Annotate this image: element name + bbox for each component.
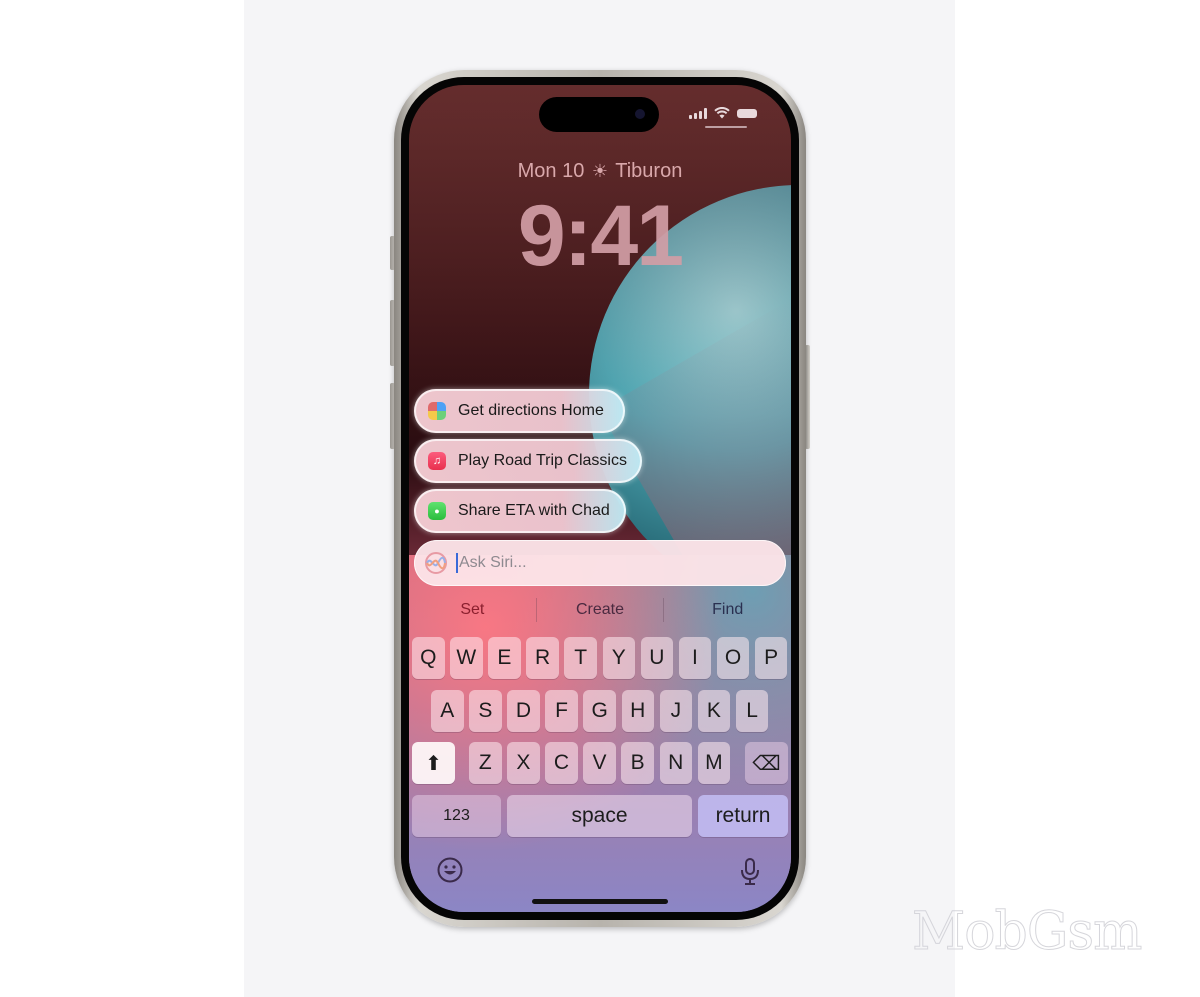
key-f[interactable]: F xyxy=(545,690,578,732)
key-h[interactable]: H xyxy=(621,690,654,732)
key-x[interactable]: X xyxy=(507,742,540,784)
key-e[interactable]: E xyxy=(488,637,521,679)
key-w[interactable]: W xyxy=(450,637,483,679)
key-g[interactable]: G xyxy=(583,690,616,732)
status-bar xyxy=(689,107,757,119)
return-key[interactable]: return xyxy=(698,795,788,837)
wifi-icon xyxy=(714,107,730,119)
key-l[interactable]: L xyxy=(735,690,769,732)
key-a[interactable]: A xyxy=(431,690,464,732)
delete-icon: ⌫ xyxy=(752,752,781,775)
key-r[interactable]: R xyxy=(526,637,559,679)
apple-intelligence-siri-icon xyxy=(425,552,447,574)
key-j[interactable]: J xyxy=(659,690,693,732)
key-d[interactable]: D xyxy=(507,690,540,732)
keyboard-row-3: ⬆ ⌫ ZXCVBNM xyxy=(409,742,791,784)
lock-time: 9:41 xyxy=(517,188,684,284)
suggestion-get-directions-home[interactable]: Get directions Home xyxy=(414,389,625,433)
prediction-create[interactable]: Create xyxy=(537,595,664,625)
sun-icon: ☀ xyxy=(591,161,609,181)
location-label: Tiburon xyxy=(615,160,683,182)
home-indicator[interactable] xyxy=(532,899,668,904)
key-k[interactable]: K xyxy=(697,690,731,732)
watermark-text: MobGsm xyxy=(911,902,1142,963)
keyboard-row-2: ASDFGHJKL xyxy=(409,690,791,732)
key-c[interactable]: C xyxy=(545,742,578,784)
key-b[interactable]: B xyxy=(621,742,654,784)
key-p[interactable]: P xyxy=(754,637,788,679)
key-q[interactable]: Q xyxy=(412,637,445,679)
key-y[interactable]: Y xyxy=(602,637,635,679)
space-key[interactable]: space xyxy=(507,795,692,837)
suggestion-label: Share ETA with Chad xyxy=(458,502,610,519)
text-cursor xyxy=(456,553,458,573)
suggestion-label: Play Road Trip Classics xyxy=(458,452,627,469)
music-icon: ♫ xyxy=(428,452,446,470)
numbers-key[interactable]: 123 xyxy=(412,795,501,837)
predictive-text-bar: Set Create Find xyxy=(409,595,791,625)
suggestion-play-road-trip-classics[interactable]: ♫ Play Road Trip Classics xyxy=(414,439,642,483)
shift-key[interactable]: ⬆ xyxy=(412,742,455,784)
keyboard-row-1: QWERTYUIOP xyxy=(409,637,791,679)
key-s[interactable]: S xyxy=(469,690,502,732)
microphone-icon[interactable] xyxy=(739,857,761,887)
keyboard-row-4: 123 space return xyxy=(409,795,791,837)
suggestion-share-eta-with-chad[interactable]: ● Share ETA with Chad xyxy=(414,489,626,533)
phone-screen: Mon 10 ☀ Tiburon 9:41 Get directions Hom… xyxy=(409,85,791,912)
battery-icon xyxy=(737,108,757,118)
key-i[interactable]: I xyxy=(678,637,712,679)
key-n[interactable]: N xyxy=(659,742,692,784)
speech-bubble-glyph: ● xyxy=(434,506,440,516)
key-u[interactable]: U xyxy=(640,637,674,679)
key-v[interactable]: V xyxy=(583,742,616,784)
ask-siri-field[interactable] xyxy=(414,540,786,586)
emoji-icon[interactable] xyxy=(437,857,463,883)
suggestion-label: Get directions Home xyxy=(458,402,604,419)
prediction-set[interactable]: Set xyxy=(409,595,536,625)
shift-icon: ⬆ xyxy=(425,752,442,775)
dynamic-island xyxy=(539,97,659,132)
date-label: Mon 10 xyxy=(517,160,585,182)
cellular-signal-icon xyxy=(689,107,707,119)
prediction-find[interactable]: Find xyxy=(664,595,791,625)
lock-date-weather: Mon 10 ☀ Tiburon xyxy=(409,160,791,183)
maps-icon xyxy=(428,402,446,420)
key-z[interactable]: Z xyxy=(469,742,502,784)
notification-handle xyxy=(705,126,747,128)
key-m[interactable]: M xyxy=(697,742,731,784)
ask-siri-input[interactable] xyxy=(459,554,759,572)
key-t[interactable]: T xyxy=(564,637,597,679)
key-o[interactable]: O xyxy=(716,637,750,679)
keyboard-bottom-bar xyxy=(409,857,791,889)
delete-key[interactable]: ⌫ xyxy=(745,742,788,784)
camera-icon xyxy=(635,109,645,119)
messages-icon: ● xyxy=(428,502,446,520)
